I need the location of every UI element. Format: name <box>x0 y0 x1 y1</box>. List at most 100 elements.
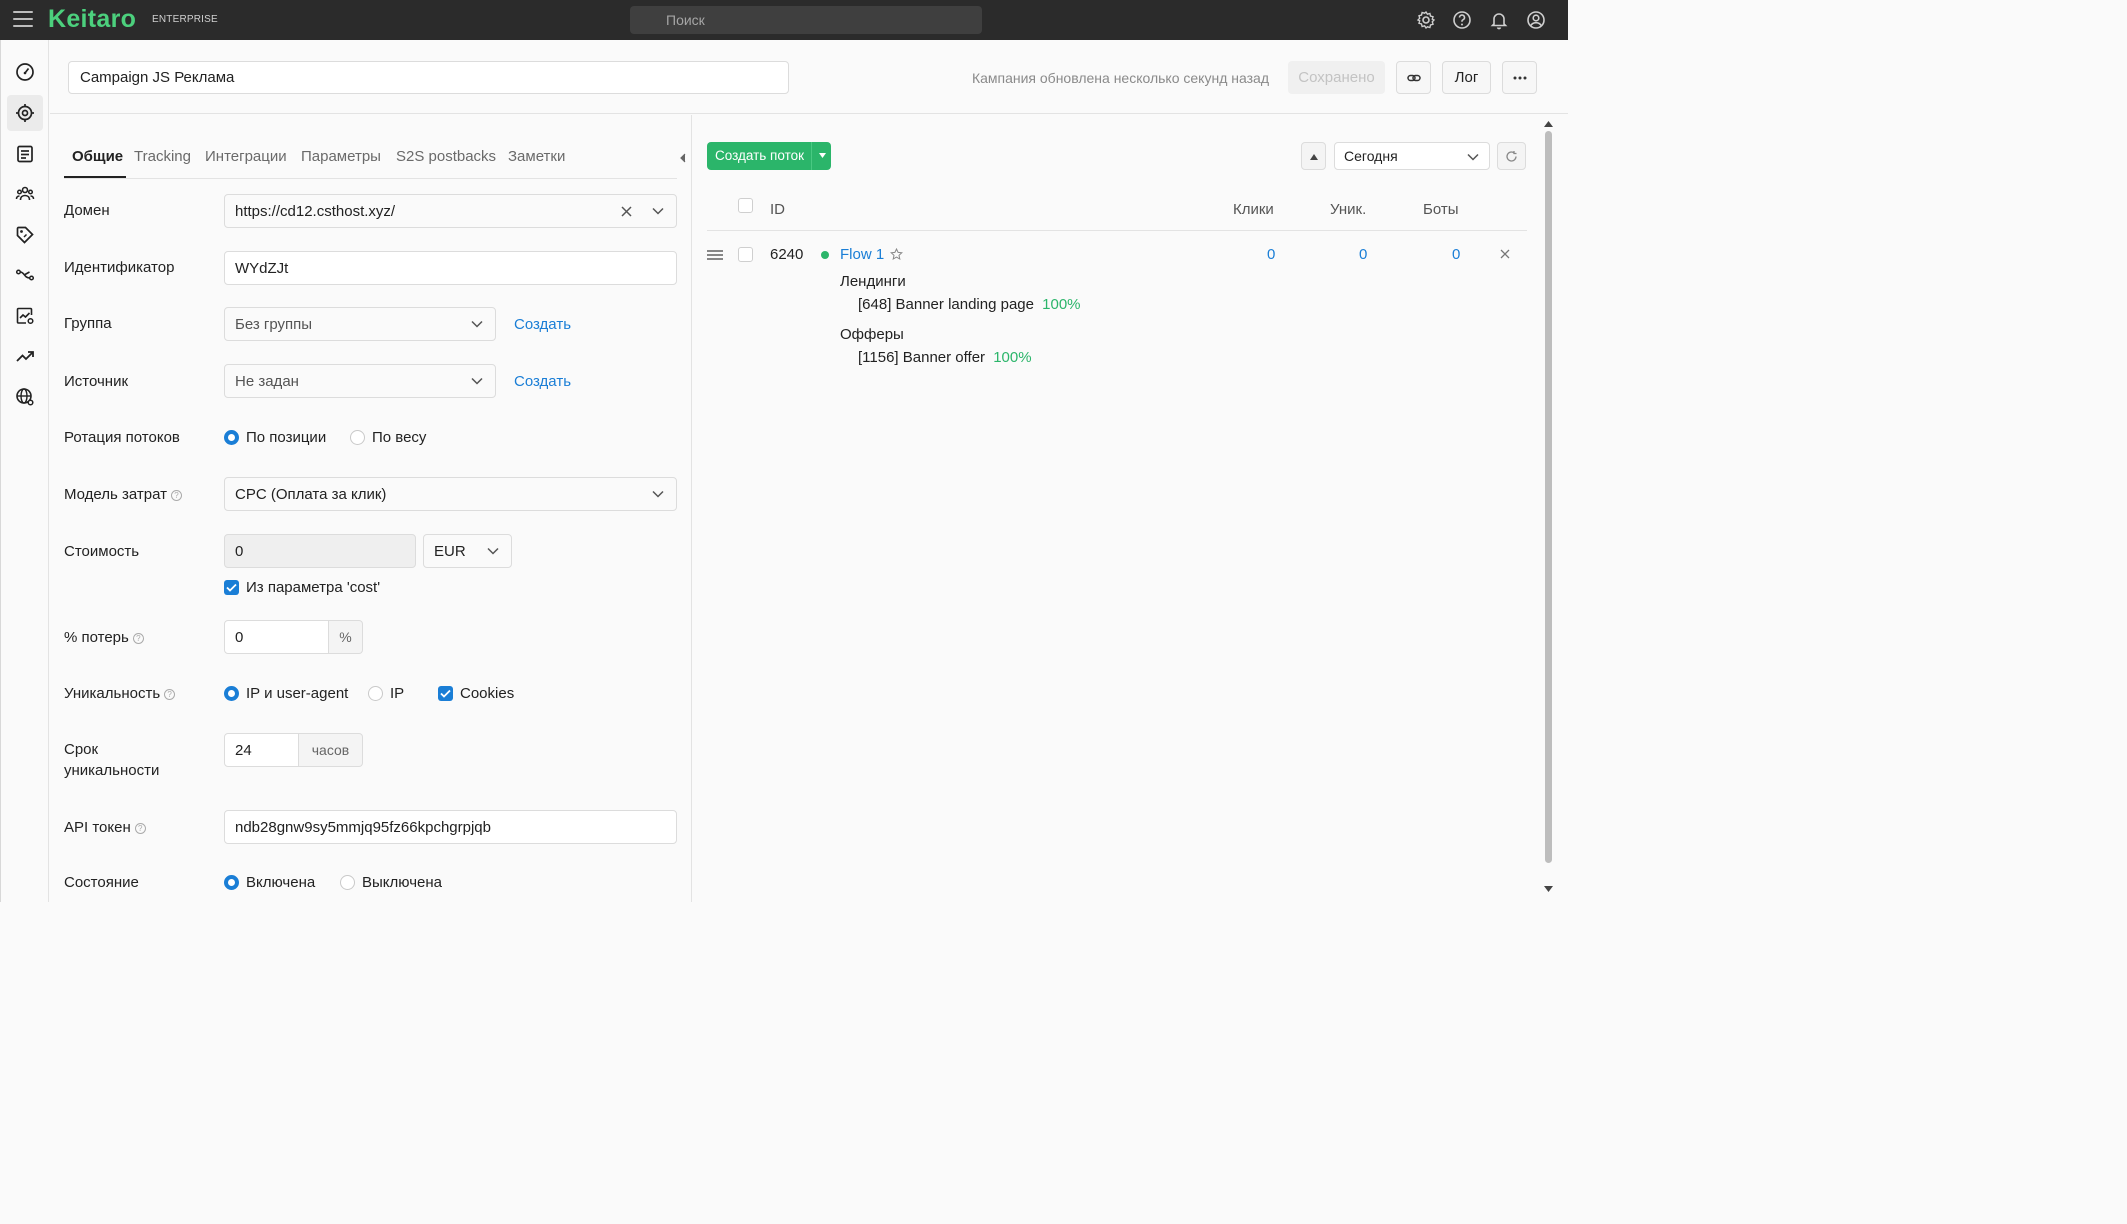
tab-notes[interactable]: Заметки <box>508 148 565 179</box>
scroll-thumb[interactable] <box>1545 131 1552 863</box>
sidebar-item-streams[interactable] <box>7 257 43 293</box>
source-value: Не задан <box>235 372 299 390</box>
loss-label-text: % потерь <box>64 629 129 646</box>
drag-handle-icon[interactable] <box>707 250 723 260</box>
offer-share: 100% <box>993 349 1032 366</box>
flow-name-link[interactable]: Flow 1 <box>840 246 884 263</box>
tab-integrations[interactable]: Интеграции <box>205 148 287 179</box>
clear-icon[interactable] <box>621 206 632 217</box>
tab-general[interactable]: Общие <box>72 148 123 179</box>
link-button[interactable] <box>1396 61 1431 94</box>
create-flow-dropdown[interactable] <box>811 142 831 170</box>
help-icon[interactable]: ? <box>171 489 182 501</box>
flow-select-checkbox[interactable] <box>738 247 753 262</box>
api-token-value: ndb28gnw9sy5mmjq95fz66kpchgrpjqb <box>235 818 491 836</box>
bell-icon[interactable] <box>1489 10 1509 30</box>
app-logo[interactable]: Keitaro <box>48 5 136 34</box>
campaign-name-input[interactable] <box>68 61 789 94</box>
scroll-down-arrow-icon[interactable] <box>1544 886 1553 892</box>
sidebar-item-landings[interactable] <box>7 136 43 172</box>
cost-from-param-checkbox[interactable] <box>224 580 239 595</box>
create-group-link[interactable]: Создать <box>514 316 571 333</box>
menu-icon[interactable] <box>13 11 33 29</box>
select-all-checkbox[interactable] <box>738 198 753 213</box>
flow-unique[interactable]: 0 <box>1359 246 1367 263</box>
gear-icon[interactable] <box>1416 10 1436 30</box>
uniqueness-cookies-checkbox[interactable] <box>438 686 453 701</box>
rotation-by-weight-radio[interactable] <box>350 430 365 445</box>
split-flow-icon <box>15 269 35 281</box>
help-icon[interactable]: ? <box>134 822 146 834</box>
column-id[interactable]: ID <box>770 201 785 218</box>
sidebar-item-domains[interactable] <box>7 379 43 415</box>
currency-value: EUR <box>434 542 466 560</box>
collapse-panel-icon[interactable] <box>680 153 686 163</box>
saved-button[interactable]: Сохранено <box>1288 61 1385 94</box>
delete-flow-icon[interactable] <box>1500 249 1510 259</box>
log-button[interactable]: Лог <box>1442 61 1491 94</box>
sidebar-item-reports[interactable] <box>7 298 43 334</box>
tab-parameters[interactable]: Параметры <box>301 148 381 179</box>
sidebar-item-dashboard[interactable] <box>7 54 43 90</box>
more-options-button[interactable] <box>1502 61 1537 94</box>
identifier-input[interactable]: WYdZJt <box>224 251 677 285</box>
tab-s2s-postbacks[interactable]: S2S postbacks <box>396 148 496 179</box>
period-select[interactable]: Сегодня <box>1334 142 1490 170</box>
chevron-down-icon <box>1467 153 1479 161</box>
column-bots[interactable]: Боты <box>1423 201 1459 218</box>
star-icon[interactable] <box>890 248 903 261</box>
column-clicks[interactable]: Клики <box>1233 201 1274 218</box>
api-token-label-text: API токен <box>64 819 131 836</box>
loss-input[interactable]: 0 <box>224 620 329 654</box>
user-account-icon[interactable] <box>1526 10 1546 30</box>
uniqueness-ip-ua-radio[interactable] <box>224 686 239 701</box>
create-source-link[interactable]: Создать <box>514 373 571 390</box>
help-icon[interactable]: ? <box>132 632 144 644</box>
loss-percent-suffix: % <box>329 620 363 654</box>
uniqueness-ip-radio[interactable] <box>368 686 383 701</box>
identifier-value: WYdZJt <box>235 259 289 277</box>
refresh-button[interactable] <box>1497 142 1526 170</box>
rotation-by-position-radio[interactable] <box>224 430 239 445</box>
column-unique[interactable]: Уник. <box>1330 201 1366 218</box>
group-label: Группа <box>64 315 112 332</box>
sidebar-item-offers[interactable] <box>7 217 43 253</box>
settings-tabs: Общие Tracking Интеграции Параметры S2S … <box>64 143 677 179</box>
scroll-up-arrow-icon[interactable] <box>1544 121 1553 127</box>
api-token-input[interactable]: ndb28gnw9sy5mmjq95fz66kpchgrpjqb <box>224 810 677 844</box>
offer-name[interactable]: [1156] Banner offer <box>858 349 985 366</box>
currency-select[interactable]: EUR <box>423 534 512 568</box>
page-icon <box>17 145 33 163</box>
cost-input[interactable]: 0 <box>224 534 416 568</box>
cost-model-select[interactable]: CPC (Оплата за клик) <box>224 477 677 511</box>
tab-tracking[interactable]: Tracking <box>134 148 191 179</box>
state-enabled-radio[interactable] <box>224 875 239 890</box>
help-icon[interactable]: ? <box>164 688 176 700</box>
sidebar-item-campaigns[interactable] <box>7 95 43 131</box>
flow-clicks[interactable]: 0 <box>1267 246 1275 263</box>
chevron-down-icon <box>652 207 664 215</box>
group-select[interactable]: Без группы <box>224 307 496 341</box>
move-up-button[interactable] <box>1301 142 1326 170</box>
chevron-down-icon <box>471 320 483 328</box>
search-input[interactable] <box>630 6 982 34</box>
domain-select[interactable]: https://cd12.csthost.xyz/ <box>224 194 677 228</box>
create-flow-button[interactable]: Создать поток <box>707 142 831 170</box>
sidebar-item-affiliates[interactable] <box>7 176 43 212</box>
state-disabled-label: Выключена <box>362 874 442 891</box>
cost-label: Стоимость <box>64 543 140 560</box>
landing-name[interactable]: [648] Banner landing page <box>858 296 1034 313</box>
unique-term-input[interactable]: 24 <box>224 733 299 767</box>
help-icon[interactable] <box>1452 10 1472 30</box>
rotation-by-position-label: По позиции <box>246 429 327 446</box>
source-select[interactable]: Не задан <box>224 364 496 398</box>
flow-bots[interactable]: 0 <box>1452 246 1460 263</box>
sidebar-item-trends[interactable] <box>7 338 43 374</box>
flow-id: 6240 <box>770 246 804 263</box>
page-scrollbar[interactable] <box>1541 115 1555 902</box>
campaign-settings-panel: Общие Tracking Интеграции Параметры S2S … <box>50 115 692 902</box>
state-disabled-radio[interactable] <box>340 875 355 890</box>
flow-active-status-dot <box>821 251 829 259</box>
cost-model-label-text: Модель затрат <box>64 486 167 503</box>
users-group-icon <box>15 186 35 201</box>
